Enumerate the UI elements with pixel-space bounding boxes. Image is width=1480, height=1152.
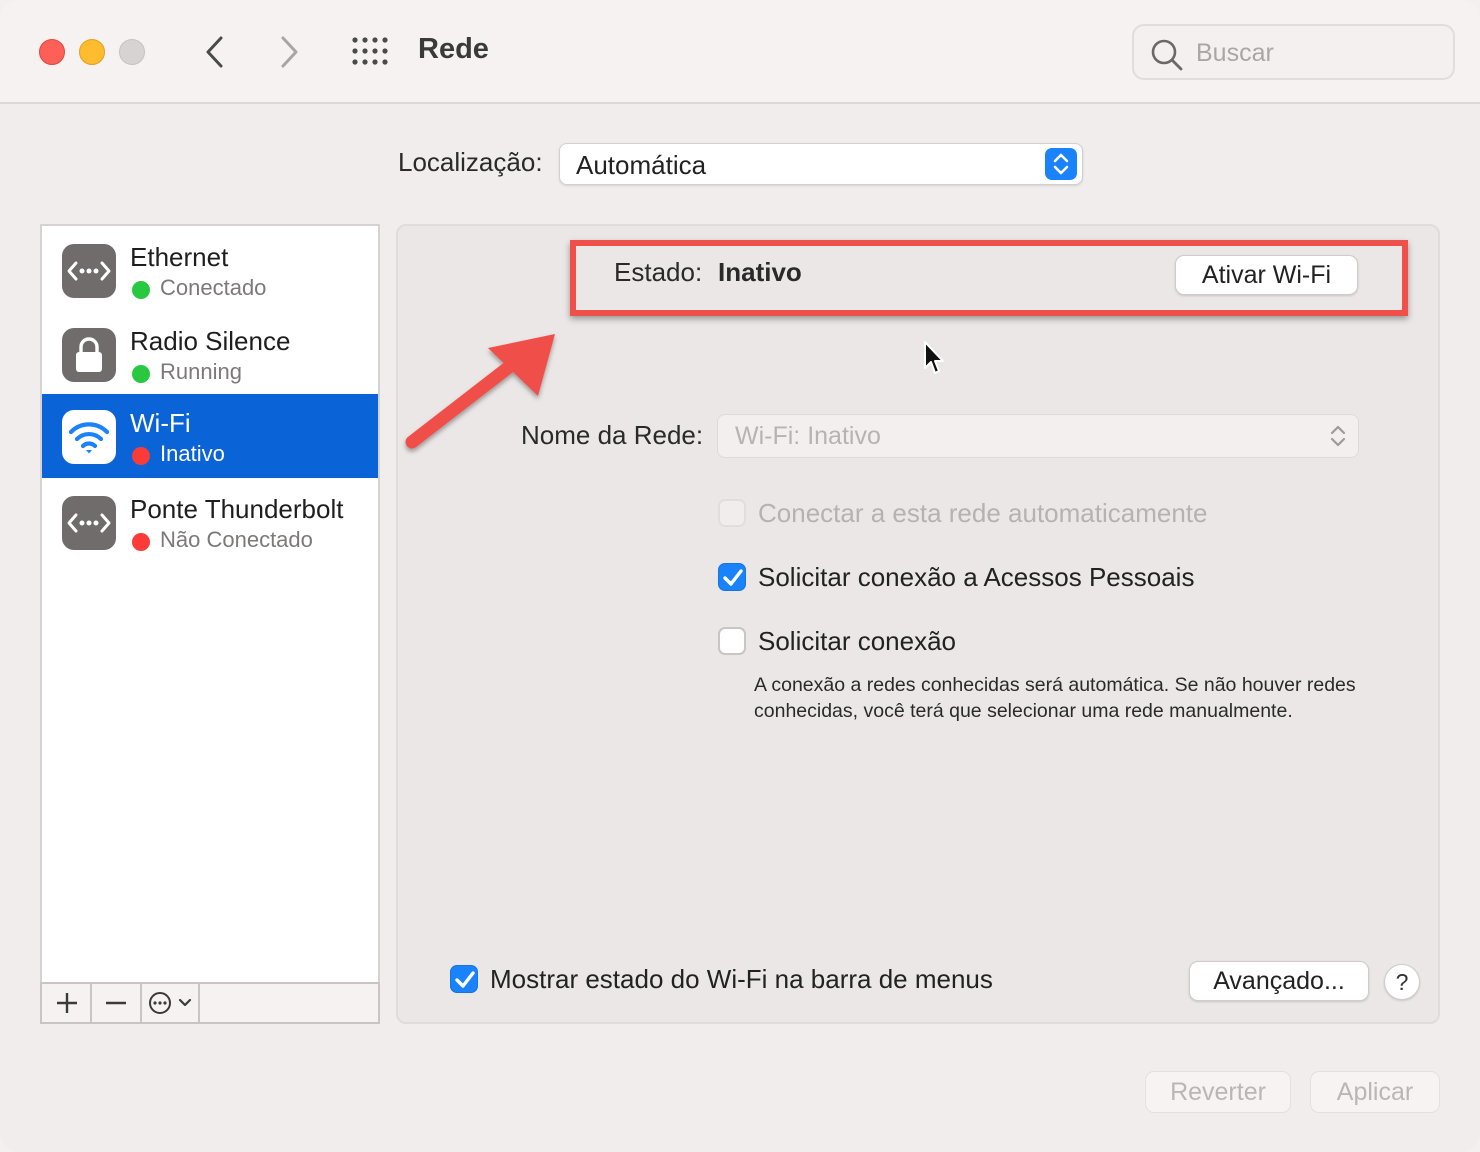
- ask-hotspot-checkbox[interactable]: [718, 563, 746, 591]
- service-list: Ethernet Conectado Radio Silence Running: [40, 224, 380, 984]
- wifi-settings-panel: [396, 224, 1440, 1024]
- service-actions-menu[interactable]: [142, 984, 200, 1022]
- service-item-thunderbolt-bridge[interactable]: Ponte Thunderbolt Não Conectado: [42, 480, 378, 564]
- checkmark-icon: [455, 971, 475, 988]
- network-name-value: Wi-Fi: Inativo: [735, 422, 881, 450]
- location-select[interactable]: Automática: [559, 143, 1083, 185]
- lock-icon: [62, 328, 116, 382]
- advanced-button[interactable]: Avançado...: [1189, 961, 1369, 1001]
- show-wifi-menubar-checkbox[interactable]: [450, 965, 478, 993]
- network-name-label: Nome da Rede:: [521, 420, 704, 450]
- updown-chevron-icon: [1045, 148, 1077, 180]
- auto-join-checkbox[interactable]: [718, 499, 746, 527]
- search-placeholder: Buscar: [1196, 39, 1274, 67]
- network-name-select[interactable]: Wi-Fi: Inativo: [717, 414, 1359, 458]
- service-list-toolbar: [40, 982, 380, 1024]
- window-title: Rede: [418, 33, 489, 65]
- updown-chevron-icon: [1330, 425, 1346, 447]
- status-dot-green: [132, 281, 150, 299]
- grid-icon: [352, 37, 388, 65]
- ask-join-label: Solicitar conexão: [758, 626, 956, 656]
- network-preferences-window: Rede Buscar Localização: Automática Ethe…: [0, 0, 1480, 1152]
- status-value: Inativo: [718, 257, 802, 287]
- status-dot-green: [132, 365, 150, 383]
- show-wifi-menubar-label: Mostrar estado do Wi-Fi na barra de menu…: [490, 964, 993, 994]
- remove-service-button[interactable]: [92, 984, 142, 1022]
- apply-button[interactable]: Aplicar: [1310, 1071, 1440, 1113]
- ethernet-icon: [62, 244, 116, 298]
- service-name: Wi-Fi: [130, 408, 191, 438]
- plus-icon: [57, 993, 77, 1013]
- service-item-radio-silence[interactable]: Radio Silence Running: [42, 312, 378, 396]
- service-status: Não Conectado: [160, 527, 313, 552]
- service-status: Conectado: [160, 275, 267, 300]
- close-window-button[interactable]: [39, 39, 65, 65]
- zoom-window-button[interactable]: [119, 39, 145, 65]
- status-dot-red: [132, 447, 150, 465]
- service-name: Ponte Thunderbolt: [130, 494, 344, 524]
- wifi-icon: [62, 410, 116, 464]
- location-label: Localização:: [398, 147, 543, 177]
- auto-join-label: Conectar a esta rede automaticamente: [758, 498, 1208, 528]
- service-item-ethernet[interactable]: Ethernet Conectado: [42, 228, 378, 312]
- checkmark-icon: [723, 569, 743, 586]
- more-options-icon: [149, 992, 192, 1014]
- ask-join-checkbox[interactable]: [718, 627, 746, 655]
- forward-button[interactable]: [270, 30, 310, 74]
- minimize-window-button[interactable]: [79, 39, 105, 65]
- back-button[interactable]: [196, 30, 236, 74]
- service-name: Radio Silence: [130, 326, 291, 356]
- ethernet-icon: [62, 496, 116, 550]
- toolbar: Rede Buscar: [0, 0, 1480, 104]
- search-icon: [1151, 39, 1183, 71]
- service-item-wifi[interactable]: Wi-Fi Inativo: [42, 394, 378, 478]
- chevron-right-icon: [281, 36, 298, 68]
- search-field[interactable]: Buscar: [1132, 24, 1455, 80]
- help-button[interactable]: ?: [1384, 964, 1420, 1000]
- ask-hotspot-label: Solicitar conexão a Acessos Pessoais: [758, 562, 1195, 592]
- service-name: Ethernet: [130, 242, 229, 272]
- status-dot-red: [132, 533, 150, 551]
- add-service-button[interactable]: [42, 984, 92, 1022]
- turn-on-wifi-button[interactable]: Ativar Wi-Fi: [1175, 255, 1358, 295]
- status-label: Estado:: [614, 257, 703, 287]
- revert-button[interactable]: Reverter: [1145, 1071, 1291, 1113]
- minus-icon: [106, 1001, 126, 1005]
- service-status: Running: [160, 359, 242, 384]
- location-value: Automática: [576, 150, 707, 180]
- service-status: Inativo: [160, 441, 225, 466]
- ask-join-hint: A conexão a redes conhecidas será automá…: [754, 674, 1356, 722]
- show-all-button[interactable]: [350, 34, 390, 70]
- chevron-left-icon: [206, 36, 223, 68]
